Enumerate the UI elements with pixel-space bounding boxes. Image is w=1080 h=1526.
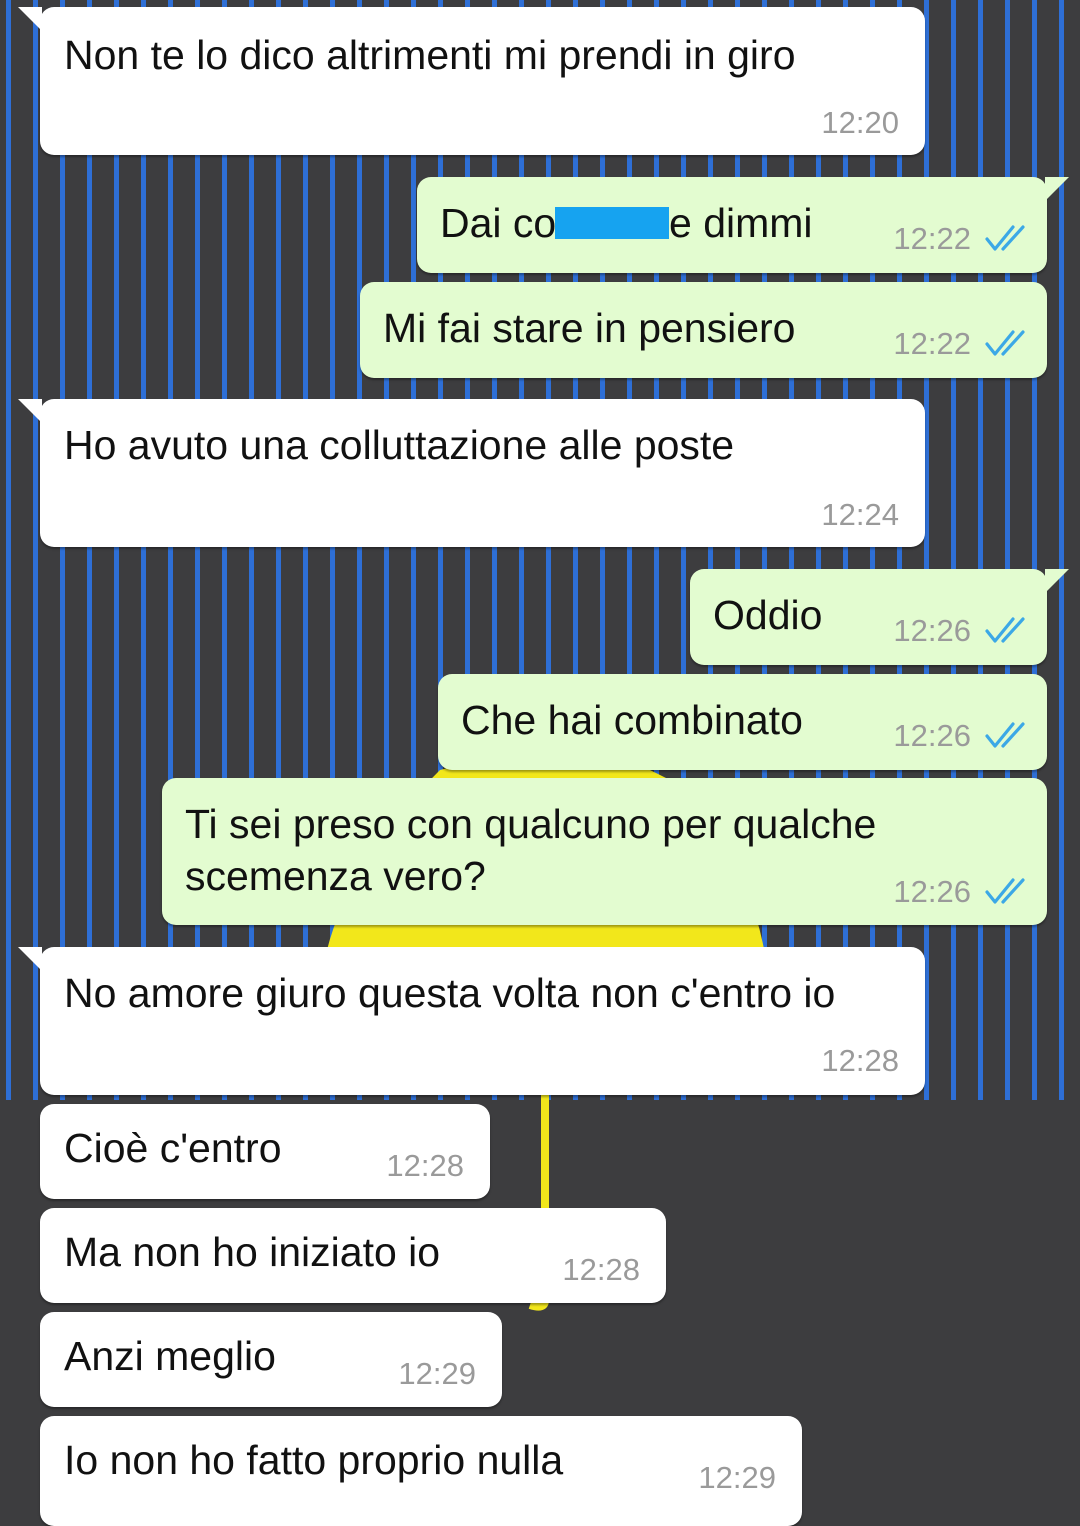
message-time: 12:22 [893,326,971,361]
wallpaper-stripe [924,0,929,1100]
outgoing-message[interactable]: Dai co e dimmi 12:22 [417,177,1069,273]
message-time: 12:28 [562,1252,640,1287]
wallpaper-stripe [141,0,146,1100]
incoming-message[interactable]: No amore giuro questa volta non c'entro … [18,947,925,1095]
bubble-tail [1045,569,1069,593]
bubble-tail [18,7,42,31]
bubble-tail [18,399,42,423]
message-time: 12:26 [893,874,971,909]
wallpaper-stripe [1005,0,1010,1100]
message-text: No amore giuro questa volta non c'entro … [64,970,836,1016]
wallpaper-stripe [789,0,794,1100]
outgoing-message[interactable]: Oddio 12:26 [690,569,1069,665]
incoming-message[interactable]: Non te lo dico altrimenti mi prendi in g… [18,7,925,155]
wallpaper-stripe [762,0,767,1100]
wallpaper-stripe [168,0,173,1100]
message-text-line-2: scemenza vero? [185,853,486,899]
wallpaper-stripe [60,0,65,1100]
message-text-continued: e dimmi [669,200,813,246]
message-text: Non te lo dico altrimenti mi prendi in g… [64,32,796,78]
message-time: 12:29 [698,1460,776,1495]
wallpaper-stripe [303,0,308,1100]
message-time: 12:24 [821,497,899,532]
message-text: Io non ho fatto proprio nulla [64,1437,564,1483]
message-time: 12:20 [821,105,899,140]
bubble-tail [18,947,42,971]
double-check-icon [985,330,1025,356]
wallpaper-stripe [978,0,983,1100]
message-text: Cioè c'entro [64,1125,282,1171]
wallpaper-stripe [6,0,11,1100]
message-time: 12:26 [893,613,971,648]
double-check-icon [985,878,1025,904]
incoming-message[interactable]: Cioè c'entro 12:28 [40,1104,490,1199]
double-check-icon [985,617,1025,643]
incoming-message[interactable]: Ma non ho iniziato io 12:28 [40,1208,666,1303]
wallpaper-stripe [816,0,821,1100]
message-text: Anzi meglio [64,1333,276,1379]
message-text: Ho avuto una colluttazione alle poste [64,422,735,468]
wallpaper-stripe [195,0,200,1100]
outgoing-message[interactable]: Ti sei preso con qualcuno per qualche sc… [162,778,1047,925]
outgoing-message[interactable]: Che hai combinato 12:26 [438,674,1047,770]
wallpaper-stripe [87,0,92,1100]
message-text: Oddio [713,592,823,638]
redaction-mark [555,207,669,239]
wallpaper-stripe [249,0,254,1100]
incoming-message[interactable]: Ho avuto una colluttazione alle poste 12… [18,399,925,547]
wallpaper-stripe [276,0,281,1100]
wallpaper-stripe [1032,0,1037,1100]
wallpaper-stripe [114,0,119,1100]
bubble-tail [1045,177,1069,201]
message-text: Ma non ho iniziato io [64,1229,441,1275]
message-time: 12:29 [398,1356,476,1391]
message-text: Mi fai stare in pensiero [383,305,796,351]
incoming-message[interactable]: Anzi meglio 12:29 [40,1312,502,1407]
double-check-icon [985,722,1025,748]
double-check-icon [985,225,1025,251]
wallpaper-stripe [951,0,956,1100]
message-time: 12:28 [821,1043,899,1078]
message-time: 12:28 [386,1148,464,1183]
message-time: 12:26 [893,718,971,753]
message-text: Che hai combinato [461,697,803,743]
wallpaper-stripe [33,0,38,1100]
outgoing-message[interactable]: Mi fai stare in pensiero 12:22 [360,282,1047,378]
message-text: Dai co [440,200,557,246]
wallpaper-stripe [222,0,227,1100]
wallpaper-stripe [897,0,902,1100]
wallpaper-stripe [1059,0,1064,1100]
message-time: 12:22 [893,221,971,256]
message-text-line-1: Ti sei preso con qualcuno per qualche [185,801,877,847]
wallpaper-stripe [870,0,875,1100]
wallpaper-stripe [843,0,848,1100]
